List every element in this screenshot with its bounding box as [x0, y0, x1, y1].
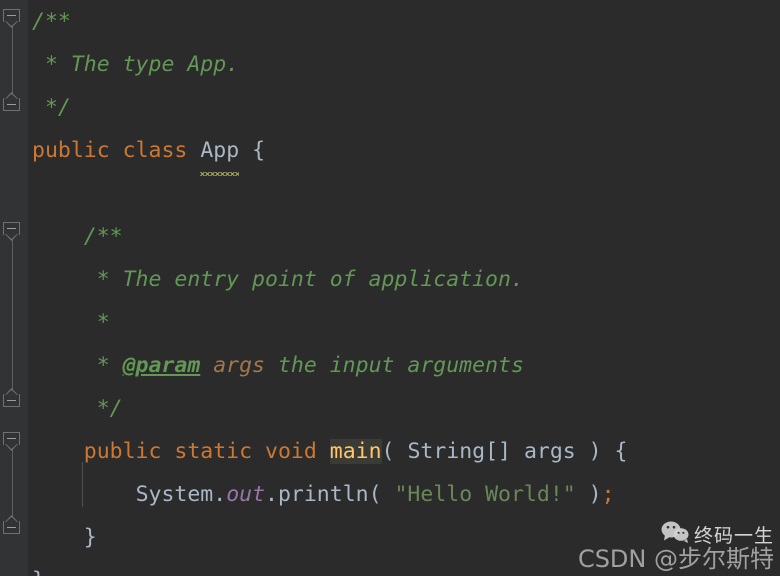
code-token: @param: [122, 353, 201, 378]
fold-marker-tip: [5, 92, 18, 99]
editor-gutter[interactable]: [0, 0, 28, 576]
code-line[interactable]: /**: [28, 0, 780, 43]
code-token: System: [135, 482, 214, 507]
code-line[interactable]: public static void main( String[] args )…: [28, 430, 780, 473]
fold-marker-dash: [7, 400, 16, 401]
code-editor[interactable]: /** * The type App. */ public class App {…: [0, 0, 780, 576]
fold-marker-tip: [5, 444, 18, 451]
code-token: class: [122, 138, 188, 163]
fold-marker-dash: [7, 438, 16, 439]
fold-marker-dash: [7, 104, 16, 105]
code-token: {: [239, 138, 266, 163]
code-token: ): [575, 482, 602, 507]
code-line[interactable]: */: [28, 387, 780, 430]
code-line[interactable]: */: [28, 86, 780, 129]
fold-marker-tip: [5, 234, 18, 241]
code-token: String: [407, 439, 486, 464]
fold-rail: [12, 232, 13, 392]
code-token: .: [213, 482, 227, 507]
fold-region-method-body-end[interactable]: [3, 515, 22, 534]
fold-marker-tip: [5, 388, 18, 395]
fold-region-class-javadoc-end[interactable]: [3, 92, 22, 111]
fold-marker-dash: [7, 527, 16, 528]
indent-guide: [82, 462, 83, 507]
code-token: "Hello World!": [394, 482, 576, 507]
code-token: App: [200, 129, 239, 176]
fold-marker-dash: [7, 15, 16, 16]
fold-rail: [12, 442, 13, 520]
code-line[interactable]: }: [28, 559, 780, 576]
code-token: ;: [601, 482, 615, 507]
code-token: args: [200, 353, 266, 378]
code-line[interactable]: public class App {: [28, 129, 780, 176]
code-token: }: [32, 568, 45, 576]
fold-marker-dash: [7, 228, 16, 229]
fold-region-class-javadoc-start[interactable]: [3, 9, 22, 28]
code-token: }: [32, 525, 97, 550]
code-token: void: [265, 439, 317, 464]
code-token: public: [83, 439, 162, 464]
fold-region-class-body-start[interactable]: [3, 222, 22, 241]
code-token: /**: [32, 9, 71, 34]
code-token: .println(: [265, 482, 395, 507]
code-line[interactable]: }: [28, 516, 780, 559]
fold-marker-tip: [5, 21, 18, 28]
code-token: * The entry point of application.: [32, 267, 524, 292]
code-token: the input arguments: [265, 353, 524, 378]
code-line[interactable]: * The entry point of application.: [28, 258, 780, 301]
code-token: * The type App.: [32, 52, 240, 77]
fold-region-method-body-start[interactable]: [3, 432, 22, 451]
code-line[interactable]: System.out.println( "Hello World!" );: [28, 473, 780, 516]
code-content[interactable]: /** * The type App. */ public class App {…: [28, 0, 780, 576]
code-token: static: [174, 439, 253, 464]
code-token: *: [32, 310, 110, 335]
code-token: *: [32, 353, 123, 378]
code-token: /**: [32, 224, 123, 249]
code-token: main: [329, 439, 382, 464]
code-token: [] args ) {: [485, 439, 628, 464]
code-token: */: [32, 95, 71, 120]
fold-region-method-javadoc-end[interactable]: [3, 388, 22, 407]
code-token: (: [381, 439, 408, 464]
code-token: public: [32, 138, 110, 163]
code-token: out: [226, 482, 266, 507]
code-token: */: [32, 396, 123, 421]
fold-rail: [12, 18, 13, 96]
code-line[interactable]: * @param args the input arguments: [28, 344, 780, 387]
code-line[interactable]: *: [28, 301, 780, 344]
code-line[interactable]: [28, 172, 780, 215]
code-line[interactable]: * The type App.: [28, 43, 780, 86]
fold-marker-tip: [5, 515, 18, 522]
code-line[interactable]: /**: [28, 215, 780, 258]
